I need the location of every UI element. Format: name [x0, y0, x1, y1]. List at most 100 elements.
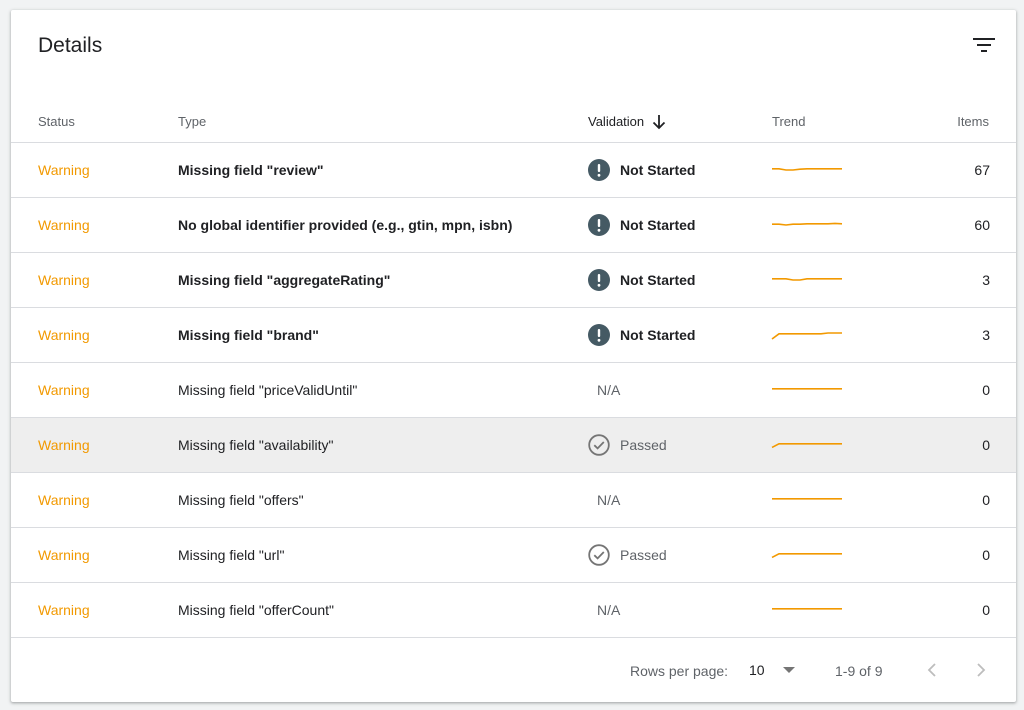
items-count-cell: 67 [974, 162, 990, 178]
trend-sparkline [772, 222, 843, 226]
validation-label: Passed [620, 547, 667, 563]
type-cell: Missing field "url" [178, 547, 285, 563]
table-footer: Rows per page: 10 1-9 of 9 [11, 641, 1016, 702]
trend-line [772, 168, 842, 171]
status-cell: Warning [38, 217, 90, 233]
filter-list-icon [973, 38, 995, 52]
column-header-items[interactable]: Items [957, 114, 989, 130]
validation-cell: Not Started [588, 198, 695, 252]
error-circle-icon [588, 214, 610, 236]
table-row[interactable]: Warning Missing field "offerCount" N/A 0 [11, 583, 1016, 638]
trend-line [771, 553, 842, 559]
column-header-validation[interactable]: Validation [588, 114, 666, 130]
type-cell: No global identifier provided (e.g., gti… [178, 217, 513, 233]
items-count-cell: 60 [974, 217, 990, 233]
type-cell: Missing field "priceValidUntil" [178, 382, 358, 398]
error-circle-icon [588, 269, 610, 291]
items-count-cell: 3 [982, 327, 990, 343]
validation-label: N/A [597, 492, 621, 508]
check-circle-icon [588, 434, 610, 456]
trend-cell [771, 583, 843, 637]
next-page-button[interactable] [968, 657, 994, 683]
type-cell: Missing field "offerCount" [178, 602, 334, 618]
validation-label: N/A [597, 602, 621, 618]
card-header: Details [11, 10, 1016, 80]
type-cell: Missing field "brand" [178, 327, 319, 343]
status-cell: Warning [38, 382, 90, 398]
validation-cell: Not Started [588, 143, 695, 197]
validation-cell: Passed [588, 528, 667, 582]
page-range: 1-9 of 9 [835, 663, 883, 679]
type-cell: Missing field "aggregateRating" [178, 272, 391, 288]
status-cell: Warning [38, 492, 90, 508]
validation-cell: Not Started [588, 253, 695, 307]
validation-cell: N/A [597, 473, 620, 527]
card-title: Details [38, 34, 103, 57]
column-header-validation-label: Validation [588, 114, 645, 129]
trend-cell [771, 143, 843, 197]
validation-label: Passed [620, 437, 667, 453]
validation-label: Not Started [620, 272, 696, 288]
trend-sparkline [771, 443, 842, 449]
column-header-trend[interactable]: Trend [772, 114, 805, 130]
error-circle-icon [588, 324, 610, 346]
trend-line [772, 278, 842, 281]
trend-sparkline [771, 553, 842, 559]
filter-button[interactable] [970, 32, 998, 58]
table-row[interactable]: Warning Missing field "availability" Passe… [11, 418, 1016, 473]
trend-cell [771, 418, 843, 472]
status-cell: Warning [38, 602, 90, 618]
trend-line [771, 443, 842, 449]
items-count-cell: 3 [982, 272, 990, 288]
previous-page-button[interactable] [919, 657, 945, 683]
column-header-type[interactable]: Type [178, 114, 206, 130]
error-circle-icon [588, 159, 610, 181]
table-row[interactable]: Warning No global identifier provided (e.… [11, 198, 1016, 253]
table-row[interactable]: Warning Missing field "brand" Not Started 3 [11, 308, 1016, 363]
trend-line [772, 222, 843, 226]
chevron-left-icon [927, 663, 936, 677]
arrow-down-icon [653, 115, 666, 130]
trend-cell [771, 528, 843, 582]
trend-sparkline [772, 388, 842, 390]
chevron-right-icon [977, 663, 986, 677]
trend-sparkline [772, 278, 842, 281]
validation-label: Not Started [620, 327, 696, 343]
validation-cell: Not Started [588, 308, 695, 362]
trend-line [771, 332, 842, 340]
items-count-cell: 0 [982, 492, 990, 508]
validation-cell: N/A [597, 583, 620, 637]
table-row[interactable]: Warning Missing field "priceValidUntil" N/… [11, 363, 1016, 418]
details-card: Details Status Type Validation Trend Ite… [11, 10, 1016, 702]
type-cell: Missing field "availability" [178, 437, 334, 453]
validation-label: Not Started [620, 217, 696, 233]
trend-sparkline [771, 332, 842, 340]
dropdown-caret-icon [783, 667, 795, 673]
status-cell: Warning [38, 272, 90, 288]
trend-cell [771, 253, 843, 307]
table-row[interactable]: Warning Missing field "aggregateRating" No… [11, 253, 1016, 308]
status-cell: Warning [38, 162, 90, 178]
validation-label: N/A [597, 382, 621, 398]
rows-per-page-select[interactable]: 10 [749, 656, 799, 684]
items-count-cell: 0 [982, 547, 990, 563]
rows-per-page-label: Rows per page: [630, 663, 729, 679]
trend-cell [771, 363, 843, 417]
trend-cell [771, 473, 843, 527]
type-cell: Missing field "offers" [178, 492, 304, 508]
check-circle-icon [588, 544, 610, 566]
table-row[interactable]: Warning Missing field "offers" N/A 0 [11, 473, 1016, 528]
status-cell: Warning [38, 327, 90, 343]
trend-sparkline [772, 608, 842, 610]
table-row[interactable]: Warning Missing field "url" Passed 0 [11, 528, 1016, 583]
rows-per-page-value: 10 [749, 662, 765, 678]
table-header: Status Type Validation Trend Items [11, 80, 1016, 143]
items-count-cell: 0 [982, 382, 990, 398]
items-count-cell: 0 [982, 437, 990, 453]
status-cell: Warning [38, 437, 90, 453]
table-row[interactable]: Warning Missing field "review" Not Started… [11, 143, 1016, 198]
type-cell: Missing field "review" [178, 162, 324, 178]
validation-cell: Passed [588, 418, 667, 472]
items-count-cell: 0 [982, 602, 990, 618]
column-header-status[interactable]: Status [38, 114, 75, 130]
